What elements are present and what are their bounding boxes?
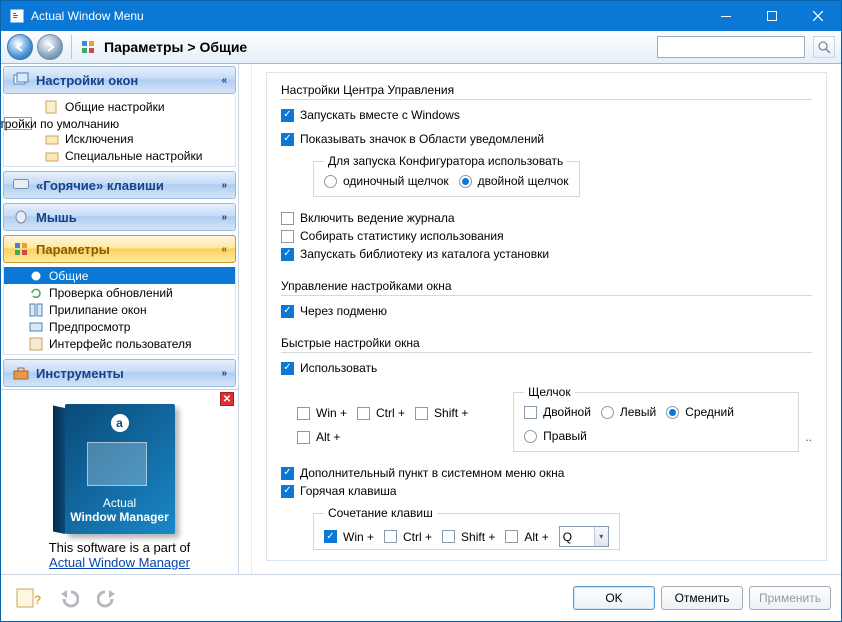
tree-item-updates[interactable]: Проверка обновлений [4,284,235,301]
svg-text:?: ? [34,593,41,607]
group-tools[interactable]: Инструменты » [3,359,236,387]
chevron-down-icon: » [221,180,227,191]
group-parameters[interactable]: Параметры « [3,235,236,263]
checkbox-stats[interactable] [281,230,294,243]
maximize-button[interactable] [749,1,795,31]
content-pane: Настройки Центра Управления Запускать вм… [251,64,841,574]
cancel-button[interactable]: Отменить [661,586,743,610]
titlebar: Actual Window Menu [1,1,841,31]
checkbox-hotkey[interactable] [281,485,294,498]
folder-icon [44,132,60,146]
chevron-down-icon: » [221,368,227,379]
checkbox-mod-win[interactable] [297,407,310,420]
tree-item-snap[interactable]: Прилипание окон [4,301,235,318]
promo-tagline: This software is a part of [7,540,232,555]
undo-button[interactable] [51,583,85,613]
options-icon [12,240,30,258]
ok-button[interactable]: OK [573,586,655,610]
fieldset-launch-config: Для запуска Конфигуратора использовать о… [313,154,580,197]
nav-back-button[interactable] [7,34,33,60]
minimize-button[interactable] [703,1,749,31]
tree-item-exclusions[interactable]: Исключения [4,130,235,147]
checkbox-run-lib[interactable] [281,248,294,261]
promo-close-button[interactable]: ✕ [220,392,234,406]
tree-item-defaults[interactable]: ✓ Настройки по умолчанию [4,117,32,130]
app-icon [9,8,25,24]
windows-group-icon [12,71,30,89]
chevron-up-icon: « [221,244,227,255]
checkbox-extra-menu[interactable] [281,467,294,480]
help-button[interactable]: ? [11,583,45,613]
radio-click-left[interactable] [601,406,614,419]
checkbox-hk-win[interactable] [324,530,337,543]
fieldset-hotkey-combo: Сочетание клавиш Win + Ctrl + Shift + Al… [313,506,620,550]
toolbox-icon [12,364,30,382]
checkbox-mod-ctrl[interactable] [357,407,370,420]
chevron-down-icon: » [221,212,227,223]
toolbar-divider [71,35,72,59]
tree-item-preview[interactable]: Предпросмотр [4,318,235,335]
tree-item-ui[interactable]: Интерфейс пользователя [4,335,235,352]
more-indicator: .. [805,430,812,452]
keyboard-icon [12,176,30,194]
nav-forward-button[interactable] [37,34,63,60]
checkbox-mod-alt[interactable] [297,431,310,444]
promo-panel: ✕ a ActualWindow Manager This software i… [1,389,238,574]
radio-double-click[interactable] [459,175,472,188]
checkbox-hk-ctrl[interactable] [384,530,397,543]
tree-item-general-params[interactable]: Общие [4,267,235,284]
search-button[interactable] [813,36,835,58]
checkbox-use-quick[interactable] [281,362,294,375]
promo-link[interactable]: Actual Window Manager [49,555,190,570]
breadcrumb: Параметры > Общие [104,39,653,55]
group-hotkeys[interactable]: «Горячие» клавиши » [3,171,236,199]
section-title-control-center: Настройки Центра Управления [281,83,812,100]
hotkey-key-input[interactable] [560,530,594,544]
search-input[interactable] [657,36,805,58]
page-icon [44,100,60,114]
section-title-quick: Быстрые настройки окна [281,336,812,353]
sidebar: Настройки окон « Общие настройки ✓ Настр… [1,64,239,574]
combo-dropdown-icon[interactable]: ▾ [594,527,608,546]
checkbox-run-windows[interactable] [281,109,294,122]
mouse-icon [12,208,30,226]
group-window-settings[interactable]: Настройки окон « [3,66,236,94]
hotkey-key-combo[interactable]: ▾ [559,526,609,547]
group-mouse[interactable]: Мышь » [3,203,236,231]
radio-click-middle[interactable] [666,406,679,419]
checkbox-logging[interactable] [281,212,294,225]
gear-icon [28,269,44,283]
breadcrumb-icon [80,39,96,55]
folder-icon [44,149,60,163]
window-title: Actual Window Menu [31,9,703,23]
bottom-bar: ? OK Отменить Применить [1,574,841,620]
fieldset-click-type: Щелчок Двойной Левый Средний Правый [513,385,799,452]
tree-item-special[interactable]: Специальные настройки [4,147,235,164]
checkbox-hk-alt[interactable] [505,530,518,543]
checkbox-tray-icon[interactable] [281,133,294,146]
checkbox-mod-shift[interactable] [415,407,428,420]
radio-click-right[interactable] [524,430,537,443]
checkbox-click-double[interactable] [524,406,537,419]
preview-icon [28,320,44,334]
ui-icon [28,337,44,351]
toolbar: Параметры > Общие [1,31,841,64]
product-box-image: a ActualWindow Manager [65,404,175,534]
tree-item-general[interactable]: Общие настройки [4,98,235,115]
redo-button[interactable] [91,583,125,613]
checkbox-hk-shift[interactable] [442,530,455,543]
apply-button[interactable]: Применить [749,586,831,610]
close-button[interactable] [795,1,841,31]
refresh-icon [28,286,44,300]
chevron-up-icon: « [221,75,227,86]
snap-icon [28,303,44,317]
checkbox-via-submenu[interactable] [281,305,294,318]
section-title-win-mgmt: Управление настройками окна [281,279,812,296]
radio-single-click[interactable] [324,175,337,188]
